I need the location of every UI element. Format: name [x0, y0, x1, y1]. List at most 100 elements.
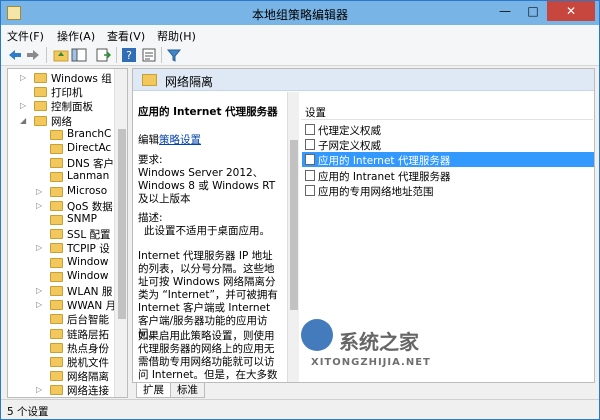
policy-setting-label: 应用的 Intranet 代理服务器	[318, 170, 451, 183]
folder-icon	[50, 314, 63, 325]
folder-icon	[50, 286, 63, 296]
tree-item[interactable]: ▷ WLAN 服	[8, 284, 113, 298]
tree-scrollbar[interactable]	[114, 69, 127, 397]
tree-item[interactable]: 后台智能	[8, 312, 113, 326]
tree-item-label: Microso	[67, 184, 108, 197]
expand-arrow-icon[interactable]: ▷	[36, 243, 44, 252]
tree-item[interactable]: ▷ Microso	[8, 185, 113, 199]
tree-item-label: 链路层拓	[67, 328, 109, 341]
svg-text:?: ?	[126, 49, 132, 62]
toolbar-separator	[161, 47, 162, 63]
tree-item-label: SNMP	[67, 213, 97, 225]
policy-setting-row[interactable]: 代理定义权威	[302, 122, 594, 137]
folder-icon	[50, 342, 63, 353]
expand-arrow-icon[interactable]: ▷	[36, 201, 44, 210]
show-hide-tree-icon[interactable]	[71, 47, 87, 63]
description-scrollbar-thumb[interactable]	[290, 140, 298, 310]
tree-item-label: Windows 组	[51, 73, 112, 85]
policy-setting-row[interactable]: 应用的专用网络地址范围	[302, 183, 594, 198]
tree-item[interactable]: 热点身份	[8, 341, 113, 355]
policy-setting-row[interactable]: 子网定义权威	[302, 137, 594, 152]
tree-item[interactable]: 脱机文件	[8, 355, 113, 369]
requirements-text: Windows Server 2012、Windows 8 或 Windows …	[138, 167, 276, 205]
description-scrollbar[interactable]	[287, 92, 299, 382]
tree-item[interactable]: DirectAc	[8, 142, 113, 156]
folder-icon	[50, 371, 63, 382]
folder-icon	[50, 385, 63, 396]
folder-icon	[50, 186, 63, 197]
tree-item[interactable]: ▷ Windows 组	[8, 71, 113, 85]
minimize-button[interactable]: —	[491, 1, 519, 21]
tree-item[interactable]: Window	[8, 270, 113, 284]
edit-policy-link[interactable]: 策略设置	[159, 134, 201, 146]
status-text: 5 个设置	[7, 406, 49, 418]
forward-arrow-icon[interactable]	[25, 47, 41, 63]
description-label: 描述:	[138, 212, 163, 224]
tree-item[interactable]: ▷ 控制面板	[8, 99, 113, 113]
properties-icon[interactable]	[141, 47, 157, 63]
folder-icon	[142, 74, 157, 86]
tree-item[interactable]: 打印机	[8, 85, 113, 99]
menu-file[interactable]: 文件(F)	[7, 28, 44, 44]
folder-up-icon[interactable]	[53, 47, 69, 63]
tree-item[interactable]: ◢ 网络	[8, 114, 113, 128]
tree-item-label: WWAN 月	[67, 300, 117, 313]
tree-item[interactable]: 网络隔离	[8, 369, 113, 383]
folder-icon	[50, 300, 63, 311]
tree-item-label: Lanman	[67, 170, 110, 183]
expand-arrow-icon[interactable]: ▷	[20, 73, 28, 82]
tree-item[interactable]: ▷ 网络连接	[8, 383, 113, 397]
description-paragraph-1: Internet 代理服务器 IP 地址的列表，以分号分隔。这些地址可按 Win…	[138, 250, 278, 340]
tree-item[interactable]: SNMP	[8, 213, 113, 227]
content-header: 网络隔离	[133, 69, 594, 91]
close-button[interactable]: ✕	[547, 1, 595, 21]
tab-extended[interactable]: 扩展	[136, 383, 171, 398]
tree-item[interactable]: BranchC	[8, 128, 113, 142]
watermark-brand: 系统之家	[339, 330, 419, 354]
tree-item-label: SSL 配置	[67, 229, 111, 242]
watermark-logo-icon	[301, 319, 333, 351]
policy-setting-icon	[305, 184, 315, 196]
help-icon[interactable]: ?	[121, 47, 137, 63]
tree-item-label: 网络	[51, 115, 72, 128]
tree-item[interactable]: DNS 客户	[8, 156, 114, 170]
requirements-label: 要求:	[138, 154, 163, 166]
folder-icon	[34, 87, 47, 98]
back-arrow-icon[interactable]	[7, 47, 23, 63]
tab-standard[interactable]: 标准	[170, 383, 205, 398]
expand-arrow-icon[interactable]: ▷	[36, 385, 44, 394]
folder-icon	[34, 115, 47, 126]
expand-arrow-icon[interactable]: ▷	[36, 300, 44, 309]
tree-item[interactable]: ▷ TCPIP 设	[8, 241, 113, 255]
content-header-title: 网络隔离	[165, 75, 214, 89]
tree-item[interactable]: ▷ QoS 数据	[8, 199, 113, 213]
folder-icon	[50, 257, 63, 268]
status-bar: 5 个设置	[1, 399, 599, 419]
policy-setting-row[interactable]: 应用的 Intranet 代理服务器	[302, 168, 594, 183]
export-list-icon[interactable]	[95, 47, 111, 63]
tree-item[interactable]: Window	[8, 256, 113, 270]
policy-setting-icon	[305, 139, 315, 151]
tree-item-label: 脱机文件	[67, 357, 109, 369]
tree-item[interactable]: ▷ WWAN 月	[8, 298, 117, 313]
tree-item[interactable]: 链路层拓	[8, 327, 113, 341]
tree-item[interactable]: SSL 配置	[8, 227, 113, 241]
tree-item-label: DirectAc	[67, 142, 112, 154]
filter-icon[interactable]	[166, 47, 182, 63]
policy-tree-pane[interactable]: ▷ Windows 组打印机 ▷ 控制面板 ◢ 网络 BranchC DirectAc DNS …	[7, 68, 128, 398]
toolbar-separator	[46, 47, 47, 63]
menu-action[interactable]: 操作(A)	[57, 28, 95, 44]
policy-setting-row[interactable]: 应用的 Internet 代理服务器	[302, 152, 594, 168]
tree-scrollbar-thumb[interactable]	[118, 129, 126, 319]
maximize-button[interactable]: □	[519, 1, 547, 21]
expand-arrow-icon[interactable]: ▷	[20, 101, 28, 110]
expand-arrow-icon[interactable]: ▷	[36, 286, 44, 295]
folder-icon	[50, 328, 63, 339]
tree-item[interactable]: Lanman	[8, 170, 113, 184]
watermark-url: XITONGZHIJIA.NET	[311, 357, 431, 368]
expand-arrow-icon[interactable]: ◢	[20, 116, 28, 125]
menu-view[interactable]: 查看(V)	[107, 28, 145, 44]
settings-column-header[interactable]: 设置	[305, 105, 326, 120]
menu-help[interactable]: 帮助(H)	[157, 28, 196, 44]
expand-arrow-icon[interactable]: ▷	[36, 187, 44, 196]
